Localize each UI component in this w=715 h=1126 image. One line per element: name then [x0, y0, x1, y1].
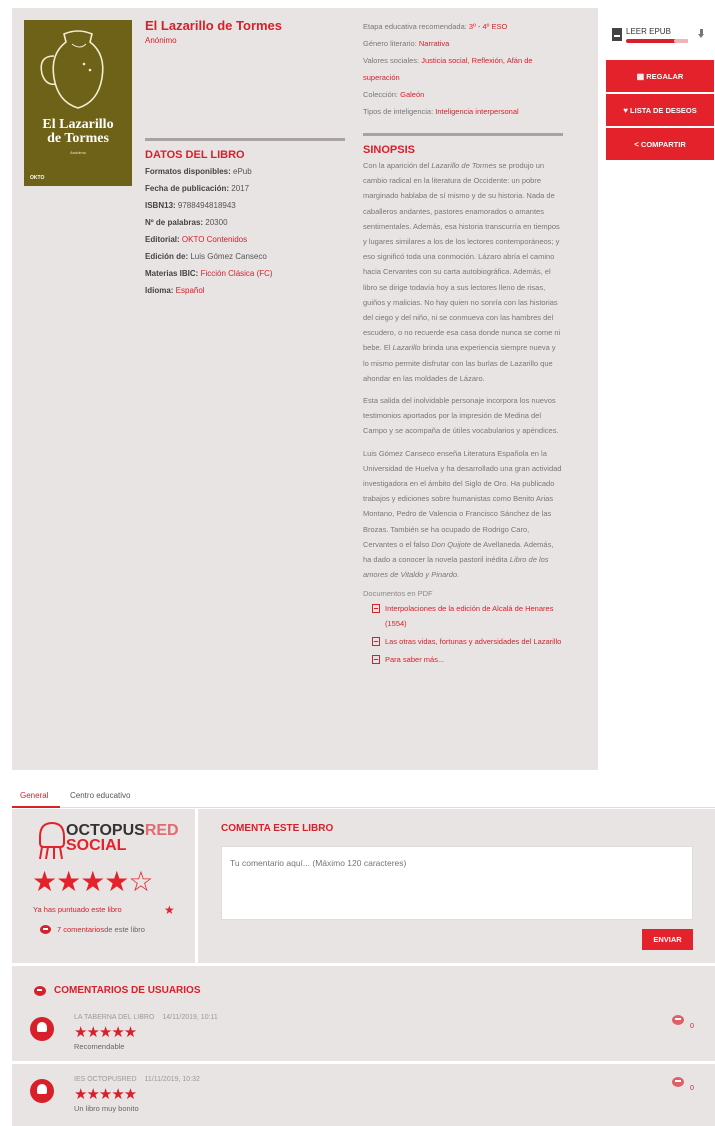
collection-link[interactable]: Galeón	[400, 90, 424, 99]
pdf-link[interactable]: Para saber más...	[372, 652, 563, 667]
download-icon[interactable]	[698, 29, 705, 40]
meta-row: Género literario: Narrativa	[363, 39, 450, 48]
comment-author: LA TABERNA DEL LIBRO	[74, 1014, 155, 1021]
comment-count: 7 comentarios de este libro	[40, 925, 145, 934]
comment-stars: ★★★★★	[74, 1086, 137, 1103]
rated-star-icon: ★	[164, 903, 175, 917]
cover-publisher-logo: OKTO	[30, 175, 45, 181]
detail-row: Idioma: Español	[145, 286, 205, 295]
comment-author: IES OCTOPUSRED	[74, 1076, 137, 1083]
epub-file-icon	[612, 28, 622, 41]
read-epub-button[interactable]: LEER EPUB	[606, 20, 714, 60]
intelligence-link[interactable]: Inteligencia interpersonal	[435, 107, 518, 116]
share-button[interactable]: < COMPARTIR	[606, 128, 714, 160]
divider	[363, 133, 563, 136]
jug-illustration	[40, 30, 104, 109]
divider	[145, 138, 345, 141]
comment-form: COMENTA ESTE LIBRO ENVIAR	[201, 809, 715, 963]
subject-link[interactable]: Ficción Clásica (FC)	[201, 269, 273, 278]
detail-row: Editorial: OKTO Contenidos	[145, 235, 248, 244]
user-comment: IES OCTOPUSRED 11/11/2019, 10:32 ★★★★★ Un…	[12, 1067, 715, 1115]
book-author-link[interactable]: Anónimo	[145, 36, 345, 45]
active-tab-indicator	[12, 806, 60, 808]
synopsis-title: SINOPSIS	[363, 144, 415, 156]
reply-bubble-icon[interactable]	[672, 1015, 684, 1025]
user-avatar-icon	[30, 1017, 54, 1041]
meta-row: Valores sociales: Justicia social, Refle…	[363, 56, 533, 82]
gift-icon: ▦	[636, 71, 645, 81]
gift-button[interactable]: ▦ REGALAR	[606, 60, 714, 92]
user-comments-title: COMENTARIOS DE USUARIOS	[34, 985, 201, 996]
heart-icon: ♥	[623, 105, 629, 115]
comments-bubble-icon	[34, 985, 46, 996]
detail-row: Fecha de publicación: 2017	[145, 184, 250, 193]
synopsis-paragraph: Esta salida del inolvidable personaje in…	[363, 396, 559, 436]
detail-row: Edición de: Luis Gómez Canseco	[145, 252, 267, 261]
comment-date: 11/11/2019, 10:32	[144, 1076, 200, 1083]
pdf-icon	[372, 604, 380, 614]
pdf-link[interactable]: Interpolaciones de la edición de Alcalá …	[372, 601, 563, 631]
book-cover[interactable]: El Lazarillo de Tormes Anónimo OKTO	[24, 20, 132, 186]
tab-bar: General Centro educativo	[12, 788, 715, 808]
language-link[interactable]: Español	[176, 286, 205, 295]
reply-count: 0	[690, 1023, 694, 1030]
section-divider	[12, 963, 715, 966]
synopsis-paragraph: Con la aparición del Lazarillo de Tormes…	[363, 161, 561, 383]
comment-stars: ★★★★★	[74, 1024, 137, 1041]
rating-stars[interactable]: ★★★★☆	[32, 867, 154, 897]
social-section: OCTOPUSRED SOCIAL ★★★★☆ Ya has puntuado …	[12, 809, 715, 1126]
comment-text: Un libro muy bonito	[74, 1104, 139, 1113]
comment-form-title: COMENTA ESTE LIBRO	[221, 823, 334, 834]
book-title: El Lazarillo de Tormes	[145, 18, 283, 33]
tab-general[interactable]: General	[20, 791, 48, 800]
share-icon: <	[634, 139, 639, 149]
comment-textarea[interactable]	[221, 846, 693, 920]
synopsis: Con la aparición del Lazarillo de Tormes…	[363, 158, 563, 582]
comment-date: 14/11/2019, 10:11	[162, 1014, 218, 1021]
reading-progress-bar	[626, 39, 688, 43]
comment-bubble-icon	[40, 925, 51, 934]
publisher-link[interactable]: OKTO Contenidos	[182, 235, 247, 244]
detail-row: Formatos disponibles: ePub	[145, 167, 252, 176]
detail-row: Materias IBIC: Ficción Clásica (FC)	[145, 269, 273, 278]
meta-row: Tipos de inteligencia: Inteligencia inte…	[363, 107, 519, 116]
pdf-icon	[372, 637, 380, 647]
cover-author: Anónimo	[70, 150, 86, 155]
detail-row: Nº de palabras: 20300	[145, 218, 228, 227]
tab-school[interactable]: Centro educativo	[70, 791, 130, 800]
rated-notice: Ya has puntuado este libro	[33, 905, 122, 914]
meta-row: Colección: Galeón	[363, 90, 425, 99]
details-list: Formatos disponibles: ePub Fecha de publ…	[145, 163, 345, 299]
book-actions: LEER EPUB ▦ REGALAR ♥ LISTA DE DESEOS < COM…	[606, 20, 714, 162]
comments-link[interactable]: 7 comentarios	[57, 925, 104, 934]
user-comment: LA TABERNA DEL LIBRO 14/11/2019, 10:11 ★★…	[12, 1005, 715, 1053]
book-meta-column: Etapa educativa recomendada: 3º - 4º ESO…	[363, 18, 563, 667]
details-title: DATOS DEL LIBRO	[145, 149, 245, 161]
wishlist-button[interactable]: ♥ LISTA DE DESEOS	[606, 94, 714, 126]
reply-bubble-icon[interactable]	[672, 1077, 684, 1087]
user-avatar-icon	[30, 1079, 54, 1103]
pdf-link[interactable]: Las otras vidas, fortunas y adversidades…	[372, 634, 563, 649]
book-panel: El Lazarillo de Tormes Anónimo OKTO El L…	[12, 8, 598, 770]
genre-link[interactable]: Narrativa	[419, 39, 449, 48]
send-button[interactable]: ENVIAR	[642, 929, 693, 950]
meta-row: Etapa educativa recomendada: 3º - 4º ESO	[363, 22, 508, 31]
octopusred-brand: OCTOPUSRED SOCIAL	[66, 822, 179, 854]
detail-row: ISBN13: 9788494818943	[145, 201, 236, 210]
comment-text: Recomendable	[74, 1042, 125, 1051]
book-info-column: El Lazarillo de Tormes Anónimo DATOS DEL…	[145, 18, 345, 299]
comment-divider	[12, 1061, 715, 1064]
stage-link[interactable]: 3º - 4º ESO	[469, 22, 507, 31]
cover-title: El Lazarillo de Tormes	[42, 117, 114, 146]
pdf-icon	[372, 655, 380, 665]
rating-panel: OCTOPUSRED SOCIAL ★★★★☆ Ya has puntuado …	[12, 809, 198, 963]
pdf-documents-title: Documentos en PDF	[363, 589, 433, 599]
reply-count: 0	[690, 1085, 694, 1092]
synopsis-paragraph: Luis Gómez Canseco enseña Literatura Esp…	[363, 448, 562, 580]
